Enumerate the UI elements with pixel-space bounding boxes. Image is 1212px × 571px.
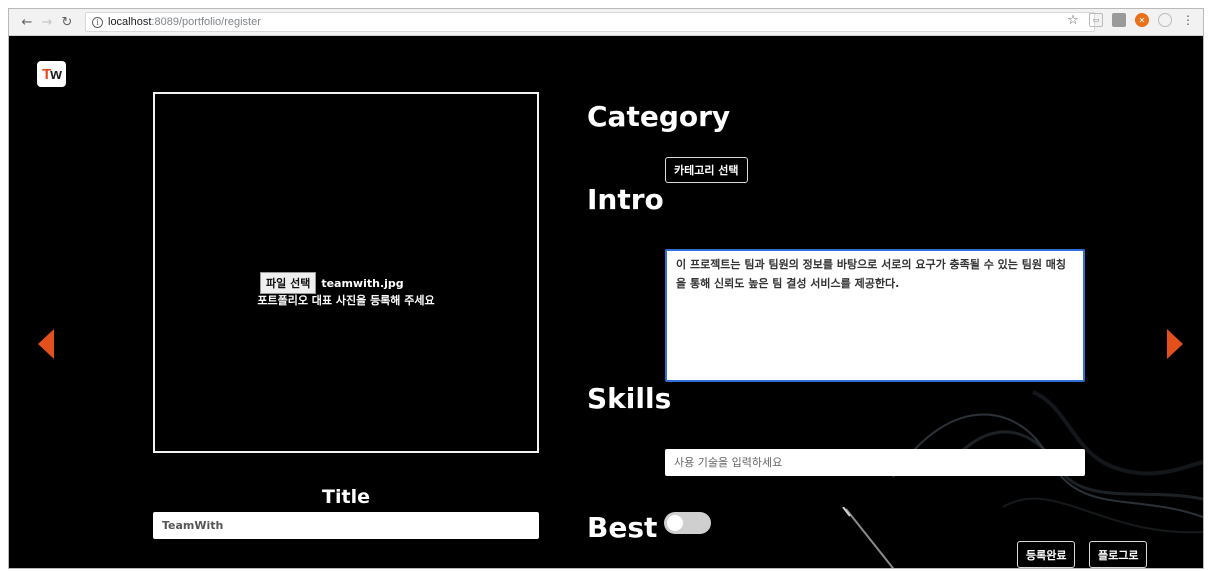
- address-bar[interactable]: i localhost:8089/portfolio/register: [85, 12, 1095, 32]
- extension-icon[interactable]: ▭: [1089, 13, 1103, 27]
- skills-label: Skills: [587, 382, 672, 415]
- toggle-knob: [667, 515, 683, 531]
- selected-file-name: teamwith.jpg: [321, 276, 404, 290]
- extension-area: ☆ ▭ ✕ ⋮: [1066, 13, 1195, 28]
- info-icon[interactable]: i: [92, 16, 103, 28]
- url-host: localhost: [108, 16, 152, 28]
- prev-arrow-icon[interactable]: [38, 329, 54, 359]
- choose-file-button[interactable]: 파일 선택: [260, 272, 317, 294]
- browser-window: ← → ↻ i localhost:8089/portfolio/registe…: [8, 8, 1204, 569]
- browser-toolbar: ← → ↻ i localhost:8089/portfolio/registe…: [9, 9, 1203, 36]
- url-path: :8089/portfolio/register: [151, 16, 261, 28]
- photo-upload-area[interactable]: 파일 선택 teamwith.jpg 포트폴리오 대표 사진을 등록해 주세요: [153, 92, 539, 453]
- extension-icon[interactable]: [1158, 13, 1172, 27]
- incense-decoration: [842, 507, 895, 568]
- back-arrow-icon[interactable]: ←: [17, 12, 37, 32]
- submit-button[interactable]: 등록완료: [1017, 541, 1076, 568]
- title-label: Title: [322, 486, 370, 508]
- photo-hint: 포트폴리오 대표 사진을 등록해 주세요: [257, 294, 435, 307]
- best-label: Best: [587, 511, 658, 544]
- bookmark-star-icon[interactable]: ☆: [1066, 13, 1080, 28]
- file-input[interactable]: 파일 선택 teamwith.jpg: [260, 272, 404, 294]
- next-arrow-icon[interactable]: [1167, 329, 1183, 359]
- category-select-button[interactable]: 카테고리 선택: [665, 157, 748, 183]
- intro-textarea[interactable]: 이 프로젝트는 팀과 팀원의 정보를 바탕으로 서로의 요구가 충족될 수 있는…: [665, 249, 1085, 382]
- title-input[interactable]: [153, 512, 539, 539]
- best-toggle[interactable]: [664, 512, 711, 534]
- category-label: Category: [587, 100, 731, 133]
- teamwith-logo[interactable]: Tw: [37, 61, 66, 87]
- skills-input[interactable]: [665, 449, 1085, 476]
- extension-icon[interactable]: [1112, 13, 1126, 27]
- reload-icon[interactable]: ↻: [57, 12, 77, 32]
- register-page: Tw 파일 선택 teamwith.jpg 포트폴리오 대표 사진을 등록해 주…: [9, 37, 1203, 568]
- intro-label: Intro: [587, 183, 664, 216]
- forward-arrow-icon[interactable]: →: [37, 12, 57, 32]
- menu-dots-icon[interactable]: ⋮: [1181, 13, 1195, 27]
- extension-icon[interactable]: ✕: [1135, 13, 1149, 27]
- back-button[interactable]: 플로그로: [1089, 541, 1148, 568]
